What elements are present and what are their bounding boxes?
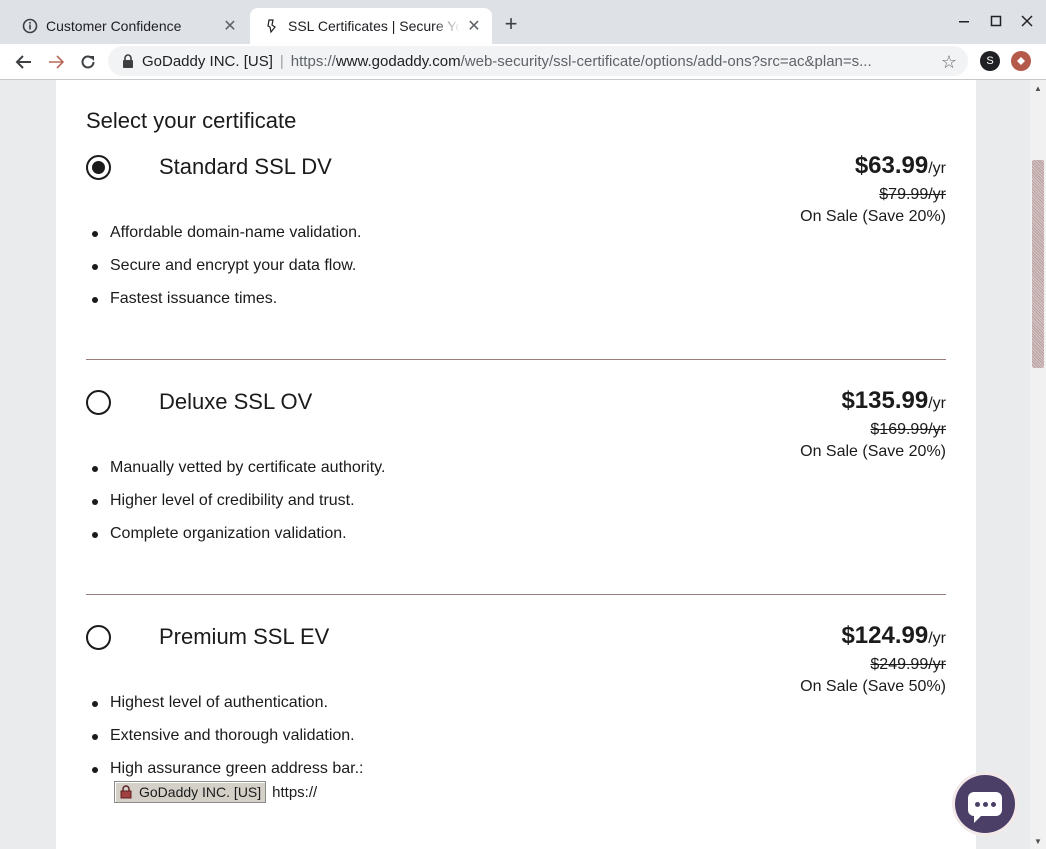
close-window-icon[interactable] (1016, 10, 1038, 32)
feature-item: Secure and encrypt your data flow. (91, 257, 361, 290)
page-scrollbar[interactable]: ▲ ▼ (1030, 80, 1046, 849)
plan-name: Standard SSL DV (159, 154, 332, 179)
plan-name: Deluxe SSL OV (159, 389, 313, 414)
plan-name: Premium SSL EV (159, 624, 330, 649)
url-text: https://www.godaddy.com/web-security/ssl… (290, 52, 872, 70)
tab-ssl-certificates[interactable]: SSL Certificates | Secure Your Website ✕ (250, 8, 492, 44)
scroll-up-arrow-icon[interactable]: ▲ (1030, 80, 1046, 96)
tab-customer-confidence[interactable]: Customer Confidence ✕ (8, 8, 248, 44)
chat-button[interactable] (952, 772, 1018, 836)
price-period: /yr (928, 630, 946, 647)
ev-org-label: GoDaddy INC. [US] (139, 784, 262, 800)
back-arrow-icon[interactable] (10, 48, 38, 76)
reload-icon[interactable] (74, 48, 102, 76)
old-price: $249.99/yr (870, 656, 946, 673)
browser-toolbar: GoDaddy INC. [US] | https://www.godaddy.… (0, 44, 1046, 80)
feature-item: Extensive and thorough validation. (91, 727, 363, 760)
bookmark-star-icon[interactable]: ☆ (938, 51, 960, 73)
tab-strip: Customer Confidence ✕ SSL Certificates |… (0, 0, 1046, 44)
feature-item: Complete organization validation. (91, 525, 385, 558)
extension-s-icon[interactable]: S (980, 51, 1000, 71)
plan-divider (86, 359, 946, 360)
plan-price: $135.99/yr $169.99/yr On Sale (Save 20%) (800, 387, 946, 461)
sale-label: On Sale (Save 20%) (800, 443, 946, 460)
plan-radio[interactable] (86, 390, 111, 415)
maximize-icon[interactable] (985, 10, 1007, 32)
minimize-icon[interactable] (953, 10, 975, 32)
address-bar[interactable]: GoDaddy INC. [US] | https://www.godaddy.… (108, 46, 968, 76)
certificate-org: GoDaddy INC. [US] (142, 52, 273, 70)
plan-divider (86, 594, 946, 595)
scrollbar-thumb[interactable] (1032, 160, 1044, 368)
feature-list: Affordable domain-name validation. Secur… (91, 224, 361, 323)
address-separator: | (279, 52, 284, 70)
info-icon (22, 18, 38, 34)
extension-icon[interactable] (1011, 51, 1031, 71)
new-tab-button[interactable]: + (500, 13, 522, 35)
section-title: Select your certificate (86, 108, 297, 133)
sale-label: On Sale (Save 20%) (800, 208, 946, 225)
close-tab-icon[interactable]: ✕ (222, 18, 238, 35)
old-price: $79.99/yr (879, 186, 946, 203)
feature-list: Manually vetted by certificate authority… (91, 459, 385, 558)
forward-arrow-icon[interactable] (42, 48, 70, 76)
tab-title: Customer Confidence (46, 18, 182, 34)
godaddy-icon (264, 18, 280, 34)
price-amount: $135.99 (841, 387, 929, 414)
feature-item: Fastest issuance times. (91, 290, 361, 323)
certificate-card: Select your certificate Standard SSL DV … (56, 80, 976, 849)
padlock-icon (120, 785, 132, 799)
plan-price: $63.99/yr $79.99/yr On Sale (Save 20%) (800, 152, 946, 226)
chat-bubble-icon (968, 792, 1002, 823)
price-amount: $124.99 (841, 622, 929, 649)
feature-item: Affordable domain-name validation. (91, 224, 361, 257)
tab-title: SSL Certificates | Secure Your Website (288, 18, 460, 34)
price-period: /yr (928, 160, 946, 177)
green-address-bar-example: GoDaddy INC. [US] https:// (114, 781, 317, 803)
ev-url-text: https:// (272, 783, 318, 801)
feature-list: Highest level of authentication. Extensi… (91, 694, 363, 793)
feature-item: Manually vetted by certificate authority… (91, 459, 385, 492)
feature-item: Higher level of credibility and trust. (91, 492, 385, 525)
price-amount: $63.99 (854, 152, 929, 179)
close-tab-icon[interactable]: ✕ (466, 18, 482, 35)
price-period: /yr (928, 395, 946, 412)
plan-price: $124.99/yr $249.99/yr On Sale (Save 50%) (800, 622, 946, 696)
lock-icon[interactable] (122, 54, 134, 68)
old-price: $169.99/yr (870, 421, 946, 438)
ev-org-chip: GoDaddy INC. [US] (114, 781, 267, 803)
scroll-down-arrow-icon[interactable]: ▼ (1030, 833, 1046, 849)
feature-item: Highest level of authentication. (91, 694, 363, 727)
page-viewport: Select your certificate Standard SSL DV … (0, 80, 1030, 849)
sale-label: On Sale (Save 50%) (800, 678, 946, 695)
plan-radio[interactable] (86, 625, 111, 650)
plan-radio[interactable] (86, 155, 111, 180)
